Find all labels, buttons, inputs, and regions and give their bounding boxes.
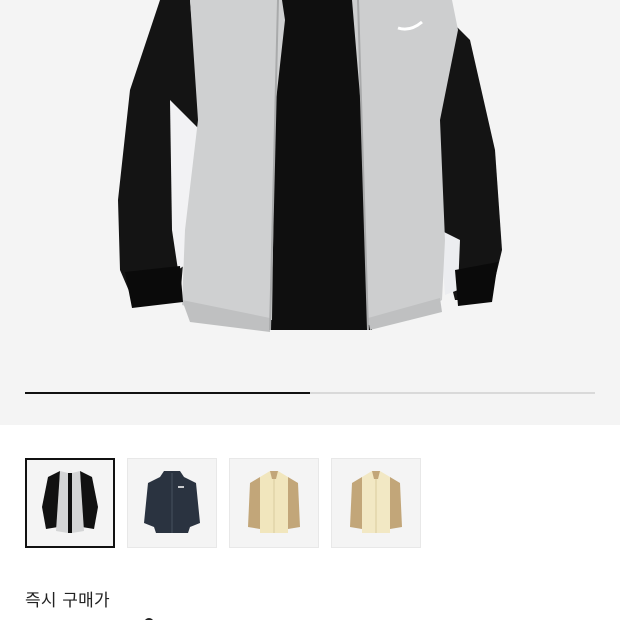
gallery-progress-track <box>25 392 595 394</box>
product-hero-image[interactable] <box>0 0 620 425</box>
jacket-navy-icon <box>144 471 200 533</box>
jacket-grey-black-icon <box>42 471 98 533</box>
thumbnail-cream-beige-1[interactable] <box>229 458 319 548</box>
gallery-progress-fill <box>25 392 310 394</box>
thumbnail-grey-black[interactable] <box>25 458 115 548</box>
jacket-cream-beige-icon <box>248 471 300 533</box>
instant-buy-price-label: 즉시 구매가 <box>25 591 110 611</box>
thumbnail-strip <box>25 458 421 548</box>
thumbnail-cream-beige-2[interactable] <box>331 458 421 548</box>
price-value-cropped <box>120 612 180 620</box>
thumbnail-navy[interactable] <box>127 458 217 548</box>
jacket-illustration <box>118 0 502 332</box>
jacket-cream-beige-alt-icon <box>350 471 402 533</box>
